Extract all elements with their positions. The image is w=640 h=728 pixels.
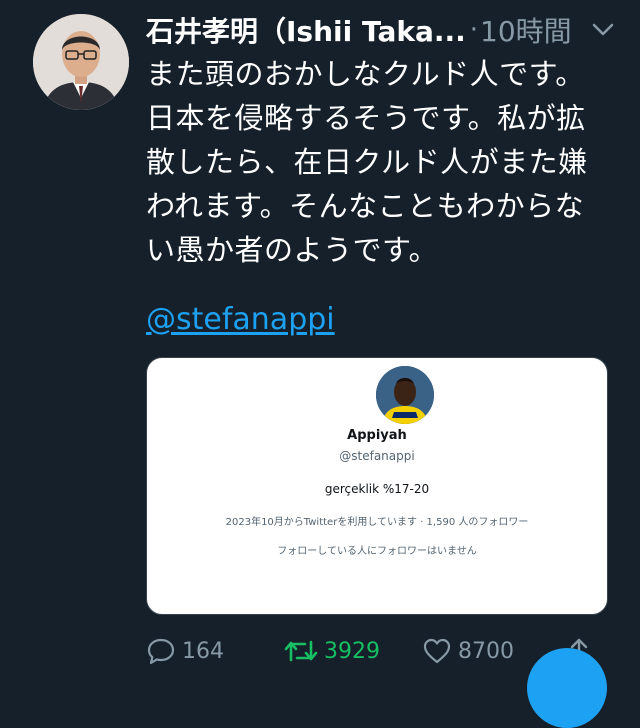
reply-button[interactable]: 164 xyxy=(146,636,224,666)
card-profile-handle: @stefanappi xyxy=(339,449,415,463)
card-profile-meta: 2023年10月からTwitterを利用しています · 1,590 人のフォロワ… xyxy=(225,517,529,528)
author-avatar[interactable] xyxy=(33,14,129,110)
header-separator: · xyxy=(469,15,479,45)
embedded-profile-card[interactable]: Appiyah @stefanappi gerçeklik %17-20 202… xyxy=(146,357,608,615)
author-name[interactable]: 石井孝明（Ishii Taka... xyxy=(146,10,466,50)
reply-count: 164 xyxy=(182,638,224,664)
tweet-text-line: い愚か者のようです。 xyxy=(146,233,439,267)
tweet-timestamp[interactable]: 10時間 xyxy=(480,10,572,50)
card-profile-bio: gerçeklik %17-20 xyxy=(324,482,430,496)
tweet-header: 石井孝明（Ishii Taka... · 10時間 xyxy=(146,10,616,50)
mention-link[interactable]: @stefanappi xyxy=(146,298,335,342)
card-follow-note: フォローしている人にフォロワーはいません xyxy=(277,546,477,557)
retweet-icon xyxy=(284,640,318,662)
heart-icon xyxy=(423,638,451,664)
chevron-down-icon[interactable] xyxy=(590,16,616,42)
card-profile-name: Appiyah xyxy=(347,428,407,443)
tweet-text-line: 散したら、在日クルド人がまた嫌 xyxy=(146,145,588,179)
tweet-text-line: 日本を侵略するそうです。私が拡 xyxy=(146,101,586,135)
retweet-button[interactable]: 3929 xyxy=(284,636,380,666)
retweet-count: 3929 xyxy=(324,638,380,664)
like-count: 8700 xyxy=(458,638,514,664)
card-avatar xyxy=(376,366,434,424)
like-button[interactable]: 8700 xyxy=(422,636,514,666)
tweet-text: また頭のおかしなクルド人です。 日本を侵略するそうです。私が拡 散したら、在日ク… xyxy=(146,52,616,272)
reply-icon xyxy=(147,638,175,665)
compose-tweet-button[interactable] xyxy=(527,648,607,728)
tweet-text-line: われます。そんなこともわからな xyxy=(146,189,585,223)
tweet-text-line: また頭のおかしなクルド人です。 xyxy=(146,57,585,91)
